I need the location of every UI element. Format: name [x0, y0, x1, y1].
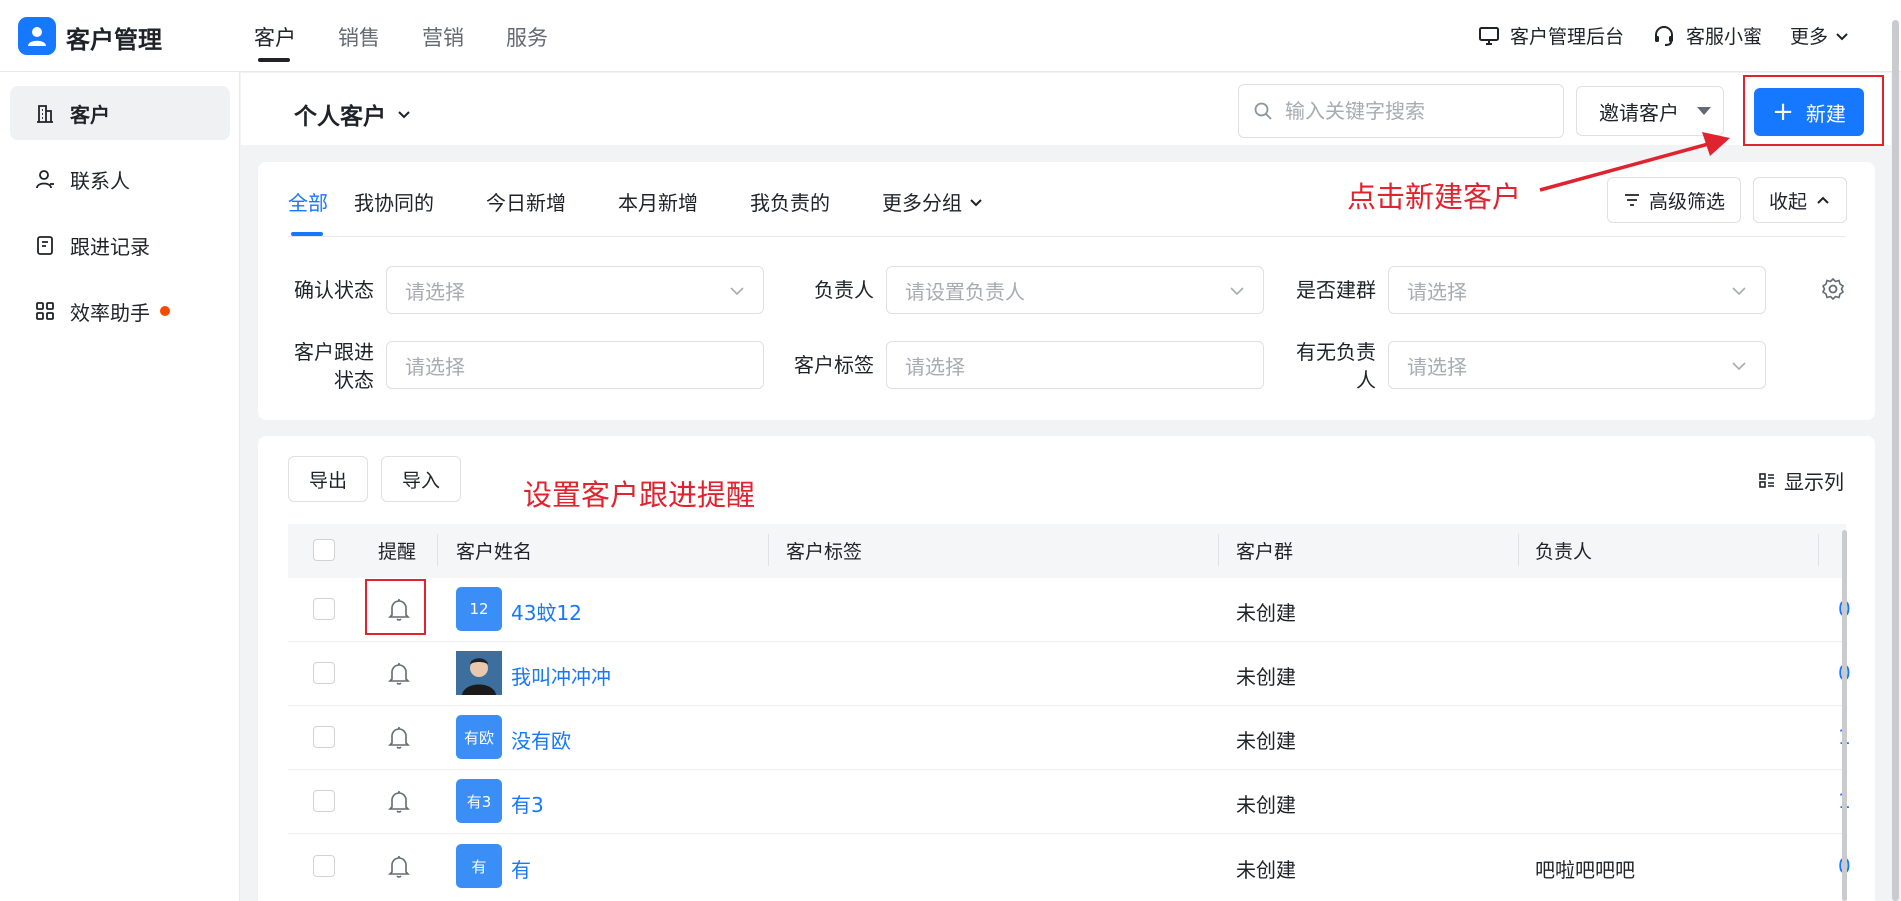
column-header-group: 客户群: [1236, 541, 1294, 563]
select-placeholder: 请设置负责人: [905, 279, 1025, 304]
person-photo-icon: [456, 651, 502, 695]
avatar: 有3: [456, 779, 502, 823]
owner-select[interactable]: 请设置负责人: [886, 266, 1264, 314]
filter-label-confirm-status: 确认状态: [294, 278, 374, 302]
column-divider: [1518, 534, 1519, 566]
row-divider: [288, 705, 1846, 706]
has-owner-select[interactable]: 请选择: [1388, 341, 1766, 389]
select-all-checkbox[interactable]: [313, 539, 335, 561]
chevron-down-icon: [730, 287, 744, 296]
row-checkbox[interactable]: [313, 598, 335, 620]
select-placeholder: 请选择: [405, 354, 465, 379]
avatar: 有: [456, 844, 502, 888]
chevron-down-icon: [1732, 287, 1746, 296]
owner-name: 吧啦吧吧吧: [1535, 858, 1635, 882]
collapse-filter-label: 收起: [1768, 190, 1807, 213]
import-button[interactable]: 导入: [381, 456, 461, 502]
filter-label-owner: 负责人: [814, 278, 874, 302]
annotation-highlight-bell: [365, 579, 426, 635]
show-columns-button[interactable]: 显示列: [1758, 466, 1844, 495]
avatar: 有欧: [456, 715, 502, 759]
filter-label-has-owner: 有无负责 人: [1270, 338, 1376, 394]
customer-name-link[interactable]: 我叫冲冲冲: [511, 661, 611, 690]
select-placeholder: 请选择: [1407, 354, 1467, 379]
table-scrollbar[interactable]: [1842, 530, 1847, 901]
group-status: 未创建: [1236, 793, 1296, 817]
follow-status-select[interactable]: 请选择: [386, 341, 764, 389]
row-divider: [288, 769, 1846, 770]
column-header-name: 客户姓名: [456, 541, 533, 563]
column-header-tags: 客户标签: [786, 541, 863, 563]
filter-label-follow-status: 客户跟进 状态: [268, 338, 374, 394]
column-header-reminder: 提醒: [378, 541, 417, 563]
filter-label-line: 有无负责: [1296, 340, 1376, 364]
filter-label-line: 客户跟进: [294, 340, 374, 364]
select-placeholder: 请选择: [905, 354, 965, 379]
row-checkbox[interactable]: [313, 855, 335, 877]
select-placeholder: 请选择: [1407, 279, 1467, 304]
customer-name-link[interactable]: 43蚊12: [511, 597, 582, 626]
customer-tag-select[interactable]: 请选择: [886, 341, 1264, 389]
filter-label-line: 人: [1356, 368, 1376, 392]
show-columns-label: 显示列: [1784, 470, 1844, 494]
advanced-filter-button[interactable]: 高级筛选: [1607, 177, 1741, 223]
list-columns-icon: [1759, 472, 1774, 488]
collapse-filter-button[interactable]: 收起: [1753, 177, 1847, 223]
column-divider: [1218, 534, 1219, 566]
row-checkbox[interactable]: [313, 790, 335, 812]
bell-icon[interactable]: [386, 788, 412, 814]
filter-lines-icon: [1624, 194, 1639, 206]
filter-label-line: 状态: [334, 368, 374, 392]
group-built-select[interactable]: 请选择: [1388, 266, 1766, 314]
bell-icon[interactable]: [386, 724, 412, 750]
filter-label-customer-tag: 客户标签: [794, 353, 874, 377]
row-checkbox[interactable]: [313, 726, 335, 748]
row-divider: [288, 641, 1846, 642]
chevron-down-icon: [1732, 362, 1746, 371]
annotation-reminder: 设置客户跟进提醒: [523, 478, 756, 512]
column-divider: [437, 534, 438, 566]
group-status: 未创建: [1236, 858, 1296, 882]
avatar: [456, 651, 502, 695]
row-checkbox[interactable]: [313, 662, 335, 684]
chevron-up-icon: [1817, 196, 1829, 204]
chevron-down-icon: [1230, 287, 1244, 296]
gear-icon[interactable]: [1820, 276, 1846, 302]
filter-label-group-built: 是否建群: [1296, 278, 1376, 302]
bell-icon[interactable]: [386, 660, 412, 686]
column-divider: [768, 534, 769, 566]
group-status: 未创建: [1236, 665, 1296, 689]
row-divider: [288, 833, 1846, 834]
avatar: 12: [456, 587, 502, 631]
advanced-filter-label: 高级筛选: [1648, 190, 1725, 213]
select-placeholder: 请选择: [405, 279, 465, 304]
group-status: 未创建: [1236, 729, 1296, 753]
confirm-status-select[interactable]: 请选择: [386, 266, 764, 314]
customer-name-link[interactable]: 有3: [511, 789, 544, 818]
group-status: 未创建: [1236, 601, 1296, 625]
column-header-owner: 负责人: [1535, 541, 1593, 563]
export-button[interactable]: 导出: [288, 456, 368, 502]
customer-name-link[interactable]: 没有欧: [511, 725, 571, 754]
column-divider: [1818, 534, 1819, 566]
customer-name-link[interactable]: 有: [511, 854, 531, 883]
bell-icon[interactable]: [386, 853, 412, 879]
